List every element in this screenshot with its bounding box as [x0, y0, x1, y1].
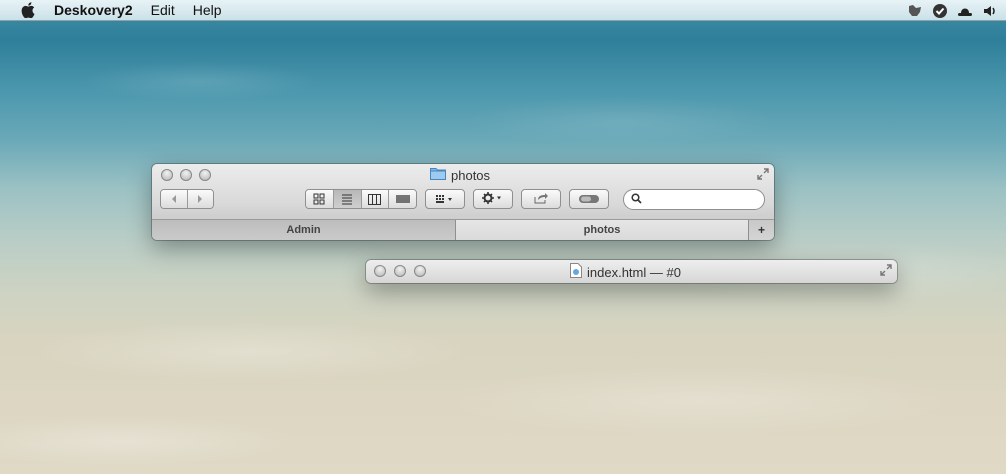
hat-icon[interactable]: [956, 2, 973, 19]
close-button[interactable]: [374, 265, 386, 277]
list-view-icon[interactable]: [333, 190, 362, 208]
tab-admin[interactable]: Admin: [152, 220, 456, 240]
view-mode-switcher: [305, 189, 417, 209]
window-title-text: index.html — #0: [587, 264, 681, 280]
minimize-button[interactable]: [180, 169, 192, 181]
window-controls: [374, 265, 426, 277]
tab-bar: Admin photos +: [152, 219, 774, 240]
gear-icon: [482, 191, 504, 207]
window-controls: [161, 169, 211, 181]
icon-view-icon[interactable]: [306, 190, 334, 208]
action-button[interactable]: [473, 189, 513, 209]
search-field[interactable]: [623, 189, 765, 210]
search-icon: [631, 192, 642, 207]
menubar-tray: [906, 2, 998, 19]
minimize-button[interactable]: [394, 265, 406, 277]
apple-icon[interactable]: [20, 2, 36, 18]
arrange-button[interactable]: [425, 189, 465, 209]
arrange-grid-icon: [435, 192, 455, 207]
menubar: Deskovery2 Edit Help: [0, 0, 1006, 21]
window-title: photos: [430, 167, 490, 183]
growl-icon[interactable]: [906, 2, 923, 19]
menu-edit[interactable]: Edit: [151, 2, 175, 18]
zoom-button[interactable]: [414, 265, 426, 277]
search-input[interactable]: [646, 191, 760, 208]
nav-back-forward: [160, 189, 214, 209]
volume-icon[interactable]: [981, 2, 998, 19]
folder-icon: [430, 167, 446, 183]
document-window-index: index.html — #0: [366, 260, 897, 283]
share-icon: [533, 192, 549, 207]
menu-app-name[interactable]: Deskovery2: [54, 2, 133, 18]
add-tab-button[interactable]: +: [748, 220, 774, 240]
window-title: index.html — #0: [570, 263, 681, 281]
finder-window-photos: photos Admin photos +: [152, 164, 774, 240]
zoom-button[interactable]: [199, 169, 211, 181]
window-title-text: photos: [451, 167, 491, 183]
toggle-button[interactable]: [569, 189, 609, 209]
column-view-icon[interactable]: [361, 190, 390, 208]
fullscreen-icon[interactable]: [757, 168, 769, 180]
forward-arrow-icon[interactable]: [187, 190, 213, 208]
back-arrow-icon[interactable]: [161, 190, 188, 208]
coverflow-view-icon[interactable]: [389, 190, 416, 208]
tab-photos[interactable]: photos: [456, 220, 748, 240]
checkmark-shield-icon[interactable]: [931, 2, 948, 19]
close-button[interactable]: [161, 169, 173, 181]
fullscreen-icon[interactable]: [880, 264, 892, 276]
html-document-icon: [570, 263, 582, 281]
menu-help[interactable]: Help: [193, 2, 222, 18]
desktop-wallpaper: [0, 21, 1006, 474]
toggle-pill-icon: [578, 192, 600, 207]
share-button[interactable]: [521, 189, 561, 209]
